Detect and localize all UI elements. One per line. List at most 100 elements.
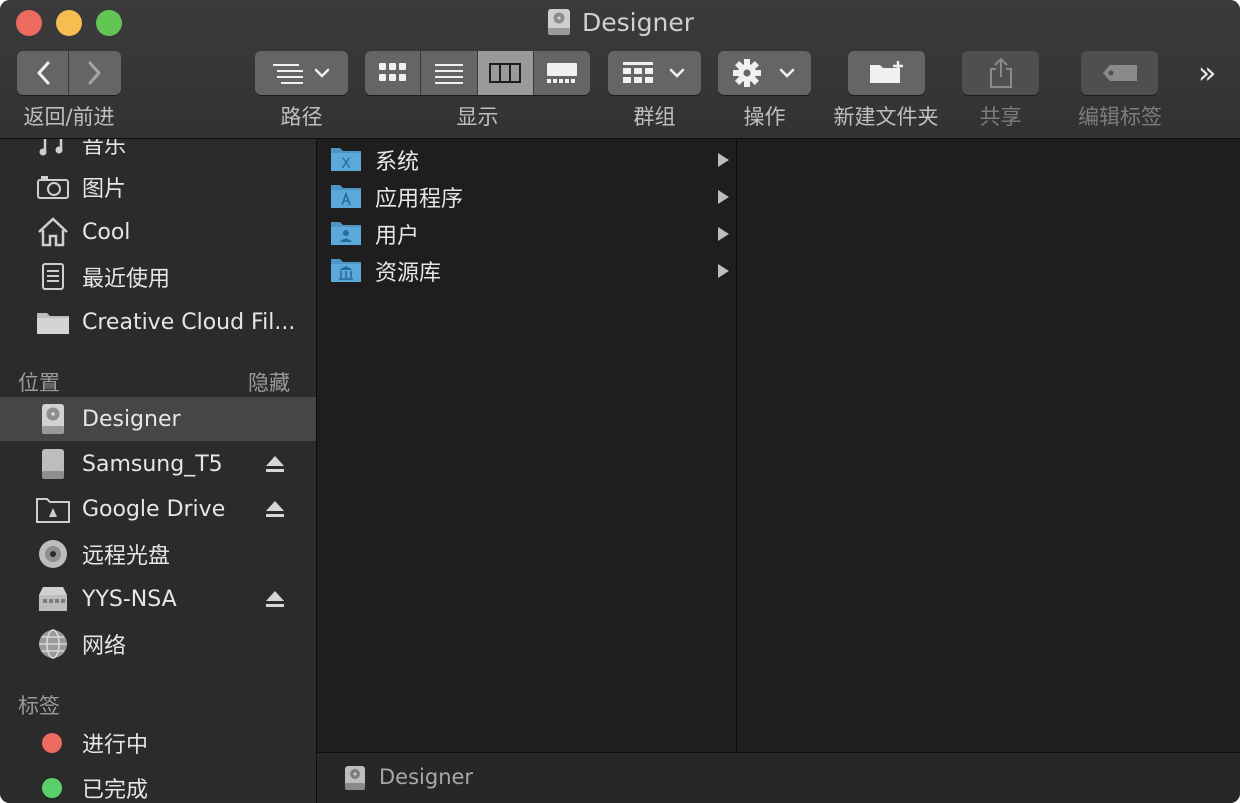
path-bar: Designer bbox=[317, 752, 1240, 803]
red-tag-dot bbox=[42, 733, 62, 753]
sidebar-item-creative-cloud[interactable]: Creative Cloud Fil... bbox=[0, 300, 316, 344]
gear-icon bbox=[732, 59, 794, 87]
sidebar-item-label: YYS-NSA bbox=[82, 586, 177, 612]
sidebar-item-label: 远程光盘 bbox=[82, 544, 171, 569]
sidebar-item-recents[interactable]: 最近使用 bbox=[0, 255, 316, 299]
list-item-applications[interactable]: 应用程序 bbox=[317, 178, 736, 215]
eject-icon[interactable] bbox=[264, 453, 286, 475]
hard-disk-icon bbox=[548, 9, 570, 35]
sidebar-tag-label: 已完成 bbox=[82, 778, 149, 803]
group-button[interactable] bbox=[608, 51, 701, 95]
edit-tags-button[interactable] bbox=[1081, 51, 1158, 95]
gallery-view-icon bbox=[546, 63, 577, 83]
system-folder-icon: X bbox=[331, 148, 361, 172]
icon-view-button[interactable] bbox=[365, 51, 422, 95]
edit-tags-label: 编辑标签 bbox=[1078, 105, 1162, 129]
view-label: 显示 bbox=[456, 105, 499, 129]
sidebar-item-label: 最近使用 bbox=[82, 267, 171, 292]
view-mode-control bbox=[365, 51, 590, 95]
sidebar-item-label: Cool bbox=[82, 219, 131, 245]
tags-header: 标签 bbox=[18, 694, 60, 718]
sidebar-item-network[interactable]: 网络 bbox=[0, 622, 316, 666]
music-icon bbox=[36, 139, 70, 161]
sidebar-item-designer[interactable]: Designer bbox=[0, 397, 316, 441]
network-globe-icon bbox=[36, 627, 70, 661]
list-item-label: 系统 bbox=[375, 149, 420, 175]
google-drive-icon bbox=[36, 492, 70, 526]
eject-icon[interactable] bbox=[264, 588, 286, 610]
group-label: 群组 bbox=[633, 105, 676, 129]
users-folder-icon bbox=[331, 222, 361, 245]
list-item-label: 应用程序 bbox=[375, 186, 464, 212]
action-button[interactable] bbox=[718, 51, 811, 95]
nav-label: 返回/前进 bbox=[23, 105, 115, 129]
sidebar-item-label: Designer bbox=[82, 406, 181, 432]
finder-window: Designer 返回/前进 路径 显示 群组 操作 新建文件夹 共享 编辑标签… bbox=[0, 0, 1240, 803]
camera-icon bbox=[36, 170, 70, 204]
folder-icon bbox=[36, 305, 70, 339]
back-forward-control bbox=[17, 51, 121, 95]
sidebar-item-remote-disc[interactable]: 远程光盘 bbox=[0, 532, 316, 576]
sidebar-item-label: 网络 bbox=[82, 634, 127, 659]
locations-header: 位置 bbox=[18, 371, 60, 395]
gallery-view-button[interactable] bbox=[533, 51, 590, 95]
list-view-button[interactable] bbox=[421, 51, 478, 95]
path-bar-item[interactable]: Designer bbox=[379, 765, 473, 789]
sidebar-tag-label: 进行中 bbox=[82, 733, 149, 758]
toolbar: Designer 返回/前进 路径 显示 群组 操作 新建文件夹 共享 编辑标签… bbox=[0, 0, 1240, 139]
list-view-icon bbox=[434, 64, 463, 84]
list-item-system[interactable]: X 系统 bbox=[317, 141, 736, 178]
hard-disk-icon bbox=[36, 402, 70, 436]
back-button[interactable] bbox=[17, 51, 69, 95]
sidebar-item-yys-nsa[interactable]: YYS-NSA bbox=[0, 577, 316, 621]
green-tag-dot bbox=[42, 778, 62, 798]
home-icon bbox=[36, 215, 70, 249]
share-button[interactable] bbox=[962, 51, 1039, 95]
list-item-users[interactable]: 用户 bbox=[317, 215, 736, 252]
column-view-button[interactable] bbox=[477, 51, 534, 95]
disclosure-arrow-icon bbox=[718, 153, 729, 167]
sidebar-tag-done[interactable]: 已完成 bbox=[0, 766, 316, 803]
toolbar-overflow-button[interactable]: » bbox=[1198, 56, 1216, 91]
action-label: 操作 bbox=[743, 105, 786, 129]
window-title-text: Designer bbox=[582, 8, 694, 37]
icon-view-icon bbox=[378, 63, 406, 81]
network-server-icon bbox=[36, 582, 70, 616]
list-item-label: 资源库 bbox=[375, 260, 442, 286]
sidebar-item-label: 音乐 bbox=[82, 139, 127, 159]
chevron-left-icon bbox=[37, 61, 49, 85]
sidebar-tag-in-progress[interactable]: 进行中 bbox=[0, 721, 316, 765]
tag-icon bbox=[1102, 65, 1137, 81]
new-folder-button[interactable] bbox=[848, 51, 925, 95]
sidebar-item-pictures[interactable]: 图片 bbox=[0, 165, 316, 209]
path-button[interactable] bbox=[255, 51, 348, 95]
column-view-icon bbox=[489, 63, 522, 83]
list-item-library[interactable]: 资源库 bbox=[317, 252, 736, 289]
locations-hide-button[interactable]: 隐藏 bbox=[248, 367, 290, 397]
sidebar-item-label: Google Drive bbox=[82, 496, 226, 522]
eject-icon[interactable] bbox=[264, 498, 286, 520]
sidebar-item-label: Creative Cloud Fil... bbox=[82, 309, 296, 335]
sidebar-item-google-drive[interactable]: Google Drive bbox=[0, 487, 316, 531]
optical-disc-icon bbox=[36, 537, 70, 571]
forward-button[interactable] bbox=[69, 51, 121, 95]
share-icon bbox=[989, 57, 1012, 88]
disclosure-arrow-icon bbox=[718, 190, 729, 204]
new-folder-label: 新建文件夹 bbox=[833, 105, 939, 129]
window-title: Designer bbox=[0, 6, 1240, 40]
path-icon bbox=[272, 64, 329, 84]
share-label: 共享 bbox=[979, 105, 1022, 129]
external-disk-icon bbox=[36, 447, 70, 481]
sidebar-item-music[interactable]: 音乐 bbox=[0, 139, 316, 166]
browser-column-2 bbox=[737, 139, 1240, 751]
list-item-label: 用户 bbox=[375, 223, 420, 249]
sidebar-item-label: Samsung_T5 bbox=[82, 451, 223, 477]
sidebar-item-label: 图片 bbox=[82, 177, 127, 202]
path-label: 路径 bbox=[280, 105, 323, 129]
disclosure-arrow-icon bbox=[718, 227, 729, 241]
new-folder-icon bbox=[869, 61, 903, 83]
browser-column-1: X 系统 应用程序 用户 资源库 bbox=[317, 139, 737, 751]
sidebar-item-samsung-t5[interactable]: Samsung_T5 bbox=[0, 442, 316, 486]
sidebar-item-home[interactable]: Cool bbox=[0, 210, 316, 254]
group-icon bbox=[622, 62, 684, 83]
